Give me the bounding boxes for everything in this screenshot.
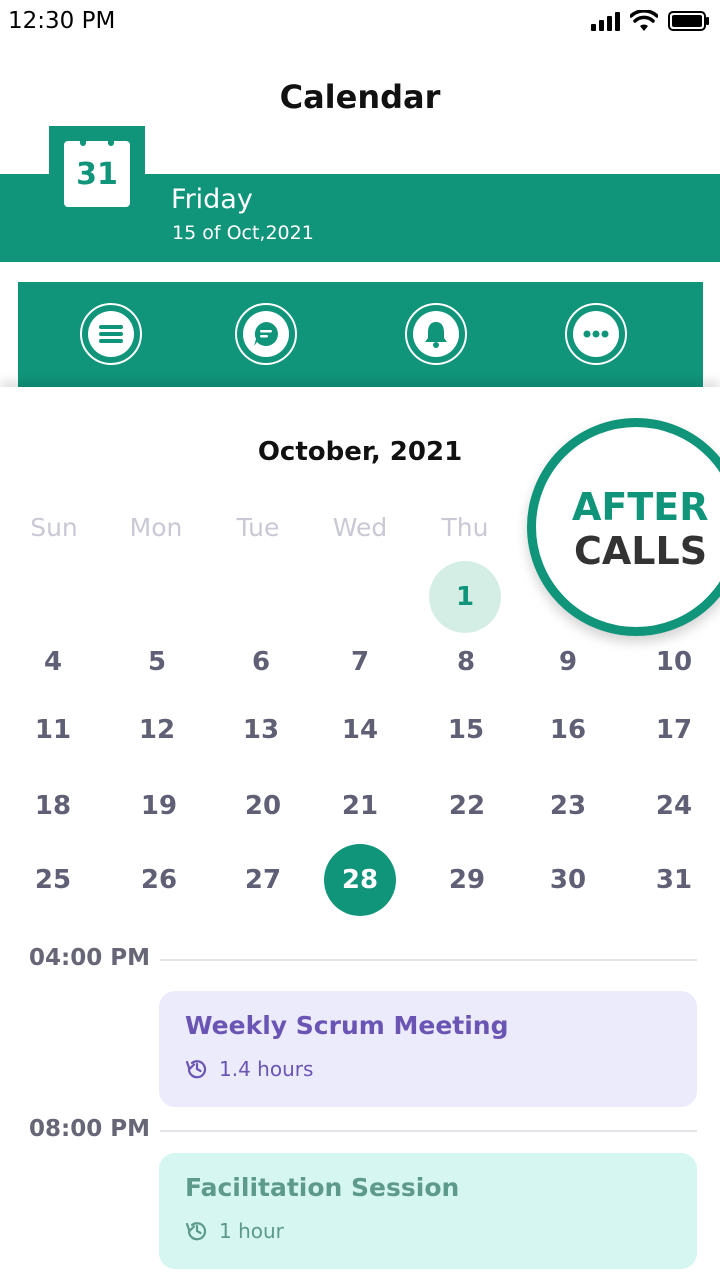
chat-button[interactable] xyxy=(235,303,297,365)
day-cell[interactable]: 24 xyxy=(638,770,710,842)
weekday-thu: Thu xyxy=(441,513,489,542)
calendar-icon: 31 xyxy=(64,136,130,207)
day-cell[interactable]: 19 xyxy=(123,770,195,842)
day-date: 15 of Oct,2021 xyxy=(172,222,314,244)
signal-icon xyxy=(591,12,620,31)
day-cell[interactable]: 18 xyxy=(17,770,89,842)
weekday-wed: Wed xyxy=(332,513,388,542)
day-cell[interactable]: 16 xyxy=(532,694,604,766)
day-cell[interactable]: 29 xyxy=(431,844,503,916)
time-divider xyxy=(160,959,697,961)
day-cell[interactable]: 22 xyxy=(431,770,503,842)
bell-icon xyxy=(413,311,459,357)
day-cell[interactable]: 7 xyxy=(324,626,396,698)
history-icon xyxy=(185,1222,207,1241)
page-title: Calendar xyxy=(279,78,441,116)
calendar-icon-day: 31 xyxy=(76,156,118,192)
event-card[interactable]: Facilitation Session 1 hour xyxy=(159,1153,697,1269)
day-cell[interactable]: 31 xyxy=(638,844,710,916)
event-title: Facilitation Session xyxy=(185,1173,460,1202)
more-icon xyxy=(573,311,619,357)
day-cell[interactable]: 25 xyxy=(17,844,89,916)
battery-icon xyxy=(668,11,709,31)
time-label: 04:00 PM xyxy=(29,945,150,971)
day-cell[interactable]: 6 xyxy=(225,626,297,698)
day-cell[interactable]: 12 xyxy=(121,694,193,766)
time-label: 08:00 PM xyxy=(29,1116,150,1142)
day-cell[interactable]: 14 xyxy=(324,694,396,766)
event-title: Weekly Scrum Meeting xyxy=(185,1011,509,1040)
after-calls-badge-top: AFTER xyxy=(572,485,709,529)
day-cell[interactable]: 23 xyxy=(532,770,604,842)
day-cell-selected[interactable]: 28 xyxy=(324,844,396,916)
day-cell[interactable]: 10 xyxy=(638,626,710,698)
calendar-ring-icon xyxy=(80,136,86,146)
day-cell[interactable]: 27 xyxy=(227,844,299,916)
action-bar xyxy=(18,282,703,392)
menu-icon xyxy=(88,311,134,357)
day-cell[interactable]: 8 xyxy=(430,626,502,698)
day-cell[interactable]: 26 xyxy=(123,844,195,916)
event-duration: 1 hour xyxy=(219,1219,284,1243)
time-divider xyxy=(160,1130,697,1132)
wifi-icon xyxy=(630,10,658,31)
event-card[interactable]: Weekly Scrum Meeting 1.4 hours xyxy=(159,991,697,1107)
day-cell[interactable]: 5 xyxy=(121,626,193,698)
day-cell[interactable]: 4 xyxy=(17,626,89,698)
notifications-button[interactable] xyxy=(405,303,467,365)
more-button[interactable] xyxy=(565,303,627,365)
after-calls-badge-bottom: CALLS xyxy=(574,529,708,573)
status-bar: 12:30 PM xyxy=(0,0,720,44)
calendar-ring-icon xyxy=(108,136,114,146)
day-cell[interactable]: 21 xyxy=(324,770,396,842)
menu-button[interactable] xyxy=(80,303,142,365)
weekday-sun: Sun xyxy=(30,513,78,542)
day-cell[interactable]: 15 xyxy=(430,694,502,766)
status-time: 12:30 PM xyxy=(8,8,116,34)
history-icon xyxy=(185,1060,207,1079)
day-cell-highlighted[interactable]: 1 xyxy=(429,561,501,633)
day-cell[interactable]: 13 xyxy=(225,694,297,766)
weekday-mon: Mon xyxy=(129,513,183,542)
event-duration: 1.4 hours xyxy=(219,1057,314,1081)
day-cell[interactable]: 30 xyxy=(532,844,604,916)
day-cell[interactable]: 17 xyxy=(638,694,710,766)
weekday-tue: Tue xyxy=(236,513,280,542)
day-cell[interactable]: 20 xyxy=(227,770,299,842)
day-cell[interactable]: 9 xyxy=(532,626,604,698)
day-cell[interactable]: 11 xyxy=(17,694,89,766)
status-icons xyxy=(590,10,710,32)
chat-icon xyxy=(243,311,289,357)
day-name: Friday xyxy=(171,184,253,215)
